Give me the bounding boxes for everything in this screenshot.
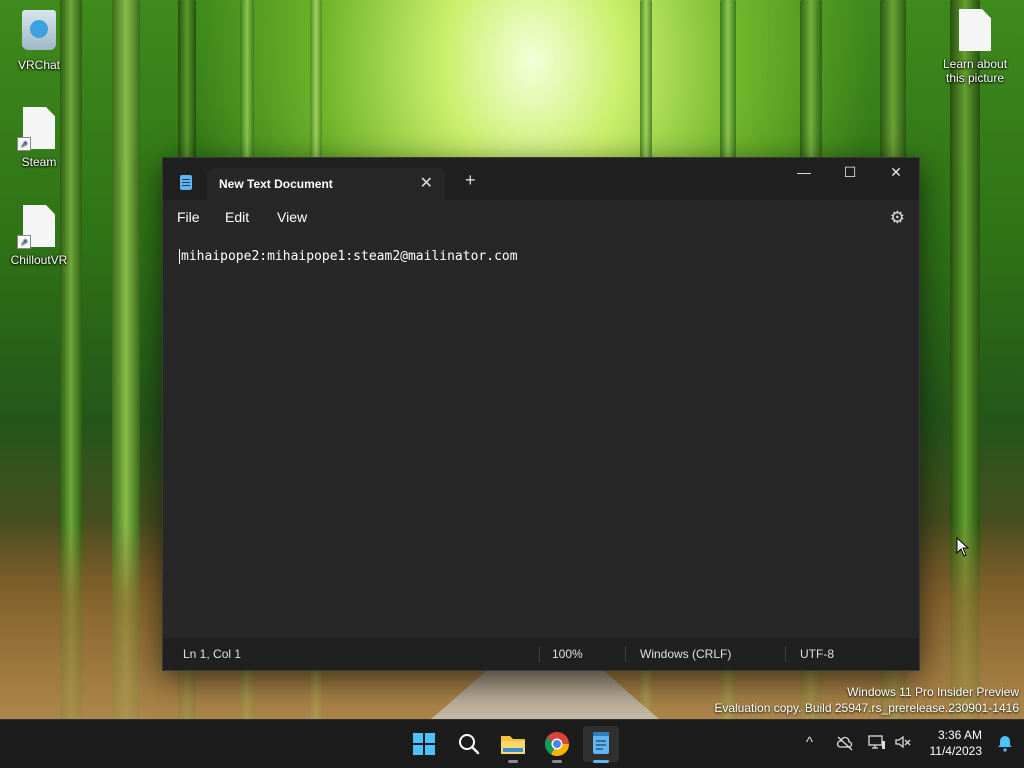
taskbar: ^ 3:36 AM 11/4/2023 bbox=[0, 719, 1024, 768]
volume-muted-icon[interactable] bbox=[894, 734, 912, 750]
desktop-icon-label: ChilloutVR bbox=[10, 253, 68, 267]
close-window-button[interactable]: ✕ bbox=[873, 158, 919, 188]
editor-content[interactable]: mihaipope2:mihaipope1:steam2@mailinator.… bbox=[179, 249, 518, 264]
taskbar-clock[interactable]: 3:36 AM 11/4/2023 bbox=[930, 727, 983, 759]
network-icon[interactable] bbox=[868, 734, 886, 750]
watermark-build: Evaluation copy. Build 25947.rs_prerelea… bbox=[714, 701, 1019, 715]
file-explorer-button[interactable] bbox=[495, 726, 531, 763]
status-bar: Ln 1, Col 1 100% Windows (CRLF) UTF-8 bbox=[163, 638, 919, 670]
desktop-icon-label: Learn about this picture bbox=[942, 57, 1008, 85]
watermark-edition: Windows 11 Pro Insider Preview bbox=[847, 685, 1019, 699]
desktop-icon-learn-about-picture[interactable]: Learn about this picture bbox=[932, 9, 1018, 85]
notepad-window[interactable]: New Text Document ✕ + — ☐ ✕ File Edit Vi… bbox=[162, 157, 920, 671]
text-editor[interactable]: mihaipope2:mihaipope1:steam2@mailinator.… bbox=[163, 236, 919, 638]
search-button[interactable] bbox=[451, 726, 487, 762]
maximize-button[interactable]: ☐ bbox=[827, 158, 873, 188]
start-button[interactable] bbox=[406, 726, 442, 762]
menu-view[interactable]: View bbox=[277, 209, 307, 225]
tab-new-text-document[interactable]: New Text Document ✕ bbox=[207, 168, 445, 200]
settings-gear-icon[interactable]: ⚙ bbox=[890, 208, 905, 228]
desktop-icon-label: Steam bbox=[21, 155, 57, 169]
tab-title: New Text Document bbox=[219, 177, 333, 191]
encoding[interactable]: UTF-8 bbox=[800, 647, 834, 661]
clock-time: 3:36 AM bbox=[937, 728, 982, 742]
desktop-icon-steam[interactable]: ↗ Steam bbox=[0, 107, 81, 169]
chrome-button[interactable] bbox=[539, 726, 575, 763]
show-hidden-icons-chevron[interactable]: ^ bbox=[806, 734, 813, 751]
shortcut-arrow-icon: ↗ bbox=[17, 235, 31, 249]
chrome-icon bbox=[544, 732, 569, 757]
notepad-taskbar-button[interactable] bbox=[583, 726, 619, 763]
menu-edit[interactable]: Edit bbox=[225, 209, 249, 225]
notepad-icon bbox=[593, 732, 609, 754]
new-tab-button[interactable]: + bbox=[465, 170, 476, 191]
title-bar[interactable]: New Text Document ✕ + — ☐ ✕ bbox=[163, 158, 919, 200]
desktop-icon-chilloutvr[interactable]: ↗ ChilloutVR bbox=[0, 205, 81, 267]
line-ending[interactable]: Windows (CRLF) bbox=[640, 647, 731, 661]
desktop-icon-vrchat[interactable]: VRChat bbox=[0, 10, 81, 72]
windows-logo-icon bbox=[413, 733, 435, 755]
cursor-position: Ln 1, Col 1 bbox=[183, 647, 242, 661]
recycle-bin-icon bbox=[22, 10, 56, 50]
shortcut-arrow-icon: ↗ bbox=[17, 137, 31, 151]
search-icon bbox=[459, 734, 480, 755]
notepad-app-icon bbox=[180, 175, 192, 190]
zoom-level[interactable]: 100% bbox=[552, 647, 583, 661]
menu-file[interactable]: File bbox=[177, 209, 200, 225]
menu-bar: File Edit View ⚙ bbox=[163, 200, 919, 236]
file-icon bbox=[959, 9, 991, 51]
notification-bell-icon[interactable] bbox=[996, 734, 1014, 752]
clock-date: 11/4/2023 bbox=[929, 744, 983, 758]
tab-close-icon[interactable]: ✕ bbox=[420, 173, 433, 193]
mouse-cursor-icon bbox=[956, 537, 970, 557]
cloud-offline-icon[interactable] bbox=[836, 735, 854, 751]
desktop-icon-label: VRChat bbox=[17, 58, 61, 72]
minimize-button[interactable]: — bbox=[781, 158, 827, 188]
folder-icon bbox=[501, 736, 525, 754]
